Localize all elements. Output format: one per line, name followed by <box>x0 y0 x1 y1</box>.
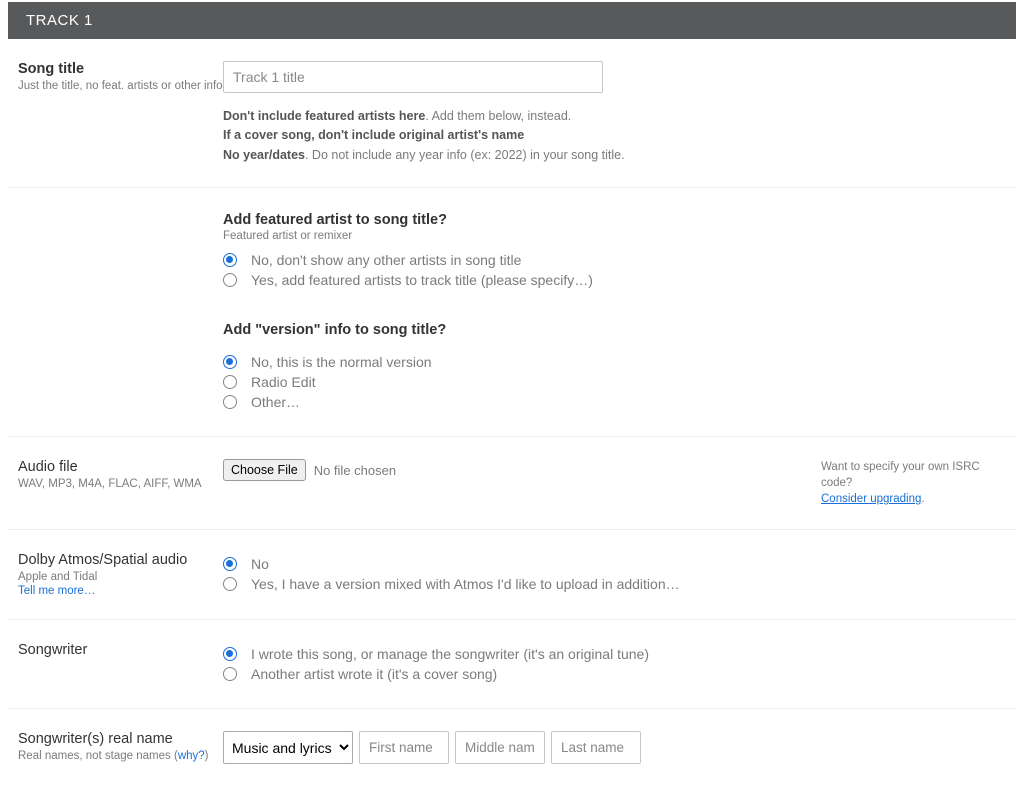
version-radio-radioedit[interactable] <box>223 375 237 389</box>
version-label-normal[interactable]: No, this is the normal version <box>251 354 432 370</box>
file-input-wrap: Choose File No file chosen <box>223 459 396 481</box>
content-col: Music and lyrics <box>223 731 1006 764</box>
label-col: Dolby Atmos/Spatial audio Apple and Tida… <box>18 552 223 597</box>
songwriter-radio-cover[interactable] <box>223 667 237 681</box>
dolby-learn-more-link[interactable]: Tell me more… <box>18 585 223 597</box>
song-title-input[interactable] <box>223 61 603 93</box>
content-col: Don't include featured artists here. Add… <box>223 61 1006 165</box>
version-label-radioedit[interactable]: Radio Edit <box>251 374 316 390</box>
song-title-guidance: Don't include featured artists here. Add… <box>223 107 1006 165</box>
content-col: No Yes, I have a version mixed with Atmo… <box>223 552 1006 597</box>
isrc-aside: Want to specify your own ISRC code? Cons… <box>821 459 1006 507</box>
featured-group: Add featured artist to song title? Featu… <box>223 212 1006 288</box>
field-label-audio: Audio file <box>18 459 223 475</box>
middle-name-input[interactable] <box>455 731 545 764</box>
field-label-song-title: Song title <box>18 61 223 77</box>
field-sub-audio: WAV, MP3, M4A, FLAC, AIFF, WMA <box>18 477 223 492</box>
field-sub-song-title: Just the title, no feat. artists or othe… <box>18 79 223 94</box>
guidance-no-featured: Don't include featured artists here <box>223 109 425 123</box>
section-song-title: Song title Just the title, no feat. arti… <box>8 39 1016 188</box>
featured-title: Add featured artist to song title? <box>223 212 1006 228</box>
version-radio-normal[interactable] <box>223 355 237 369</box>
content-col: Add featured artist to song title? Featu… <box>223 210 1006 414</box>
label-col: Song title Just the title, no feat. arti… <box>18 61 223 165</box>
choose-file-button[interactable]: Choose File <box>223 459 306 481</box>
version-group: Add "version" info to song title? No, th… <box>223 322 1006 410</box>
section-dolby: Dolby Atmos/Spatial audio Apple and Tida… <box>8 530 1016 620</box>
label-col: Songwriter <box>18 642 223 686</box>
content-col: Choose File No file chosen <box>223 459 821 507</box>
track-header-title: TRACK 1 <box>26 12 93 29</box>
featured-radio-yes[interactable] <box>223 273 237 287</box>
guidance-cover: If a cover song, don't include original … <box>223 128 524 142</box>
songwriter-role-select[interactable]: Music and lyrics <box>223 731 353 764</box>
version-label-other[interactable]: Other… <box>251 394 300 410</box>
dolby-radio-no[interactable] <box>223 557 237 571</box>
featured-sub: Featured artist or remixer <box>223 230 1006 242</box>
file-status: No file chosen <box>314 463 396 478</box>
first-name-input[interactable] <box>359 731 449 764</box>
label-col <box>18 210 223 414</box>
section-audio-file: Audio file WAV, MP3, M4A, FLAC, AIFF, WM… <box>8 437 1016 530</box>
section-featured-version: Add featured artist to song title? Featu… <box>8 188 1016 437</box>
why-link[interactable]: why? <box>178 750 205 762</box>
isrc-upgrade-link[interactable]: Consider upgrading <box>821 493 921 505</box>
dolby-label-no[interactable]: No <box>251 556 269 572</box>
section-songwriter-name: Songwriter(s) real name Real names, not … <box>8 709 1016 786</box>
featured-label-yes[interactable]: Yes, add featured artists to track title… <box>251 272 593 288</box>
content-col: I wrote this song, or manage the songwri… <box>223 642 1006 686</box>
isrc-question: Want to specify your own ISRC code? <box>821 461 980 489</box>
songwriter-radio-original[interactable] <box>223 647 237 661</box>
songwriter-label-original[interactable]: I wrote this song, or manage the songwri… <box>251 646 649 662</box>
songwriter-label-cover[interactable]: Another artist wrote it (it's a cover so… <box>251 666 497 682</box>
version-title: Add "version" info to song title? <box>223 322 1006 338</box>
featured-radio-no[interactable] <box>223 253 237 267</box>
section-songwriter: Songwriter I wrote this song, or manage … <box>8 620 1016 709</box>
name-row: Music and lyrics <box>223 731 1006 764</box>
field-sub-realname: Real names, not stage names (why?) <box>18 749 223 764</box>
dolby-radio-yes[interactable] <box>223 577 237 591</box>
label-col: Audio file WAV, MP3, M4A, FLAC, AIFF, WM… <box>18 459 223 507</box>
guidance-no-year: No year/dates <box>223 148 305 162</box>
field-label-songwriter: Songwriter <box>18 642 223 658</box>
field-label-realname: Songwriter(s) real name <box>18 731 223 747</box>
track-header: TRACK 1 <box>8 2 1016 39</box>
dolby-label-yes[interactable]: Yes, I have a version mixed with Atmos I… <box>251 576 680 592</box>
field-sub-dolby: Apple and Tidal <box>18 570 223 585</box>
version-radio-other[interactable] <box>223 395 237 409</box>
form-body: Song title Just the title, no feat. arti… <box>0 39 1024 786</box>
featured-label-no[interactable]: No, don't show any other artists in song… <box>251 252 521 268</box>
last-name-input[interactable] <box>551 731 641 764</box>
field-label-dolby: Dolby Atmos/Spatial audio <box>18 552 223 568</box>
label-col: Songwriter(s) real name Real names, not … <box>18 731 223 764</box>
